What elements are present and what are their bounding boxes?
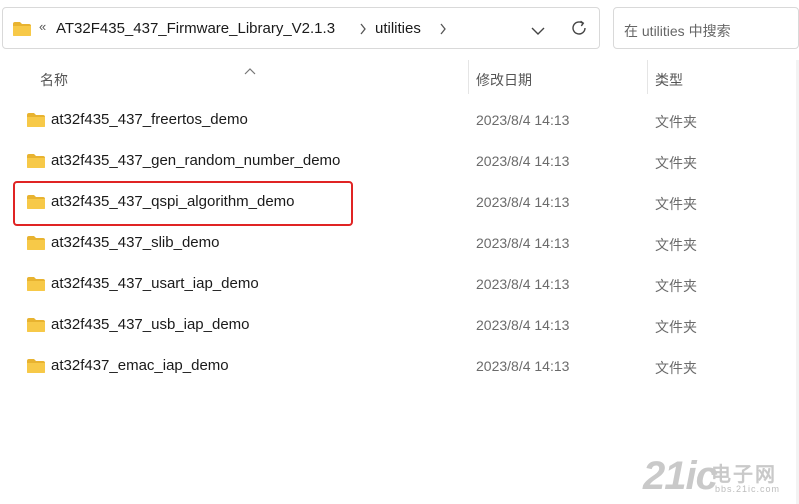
breadcrumb-utilities[interactable]: utilities	[375, 20, 421, 37]
folder-icon	[26, 235, 46, 256]
watermark-brand: 21ic	[643, 454, 718, 498]
file-name: at32f437_emac_iap_demo	[51, 357, 229, 374]
file-name: at32f435_437_slib_demo	[51, 234, 220, 251]
file-name: at32f435_437_usb_iap_demo	[51, 316, 250, 333]
file-name: at32f435_437_usart_iap_demo	[51, 275, 259, 292]
file-type: 文件夹	[655, 360, 697, 376]
folder-icon	[26, 317, 46, 338]
folder-icon	[26, 153, 46, 174]
file-modified: 2023/8/4 14:13	[476, 194, 570, 210]
file-modified: 2023/8/4 14:13	[476, 235, 570, 251]
refresh-icon[interactable]	[570, 19, 588, 42]
column-divider[interactable]	[647, 60, 648, 94]
file-modified: 2023/8/4 14:13	[476, 358, 570, 374]
watermark-cn: 电子网	[711, 464, 777, 486]
file-modified: 2023/8/4 14:13	[476, 112, 570, 128]
sort-ascending-icon	[244, 62, 256, 80]
chevron-right-icon[interactable]	[439, 22, 447, 40]
file-type: 文件夹	[655, 196, 697, 212]
overflow-breadcrumb-button[interactable]: «	[39, 19, 46, 34]
column-header-type[interactable]: 类型	[655, 70, 683, 90]
breadcrumb-firmware-library[interactable]: AT32F435_437_Firmware_Library_V2.1.3	[56, 20, 335, 37]
file-type: 文件夹	[655, 278, 697, 294]
watermark-url: bbs.21ic.com	[715, 484, 781, 494]
search-input[interactable]: 在 utilities 中搜索	[613, 7, 799, 49]
folder-icon	[26, 112, 46, 133]
address-bar[interactable]: « AT32F435_437_Firmware_Library_V2.1.3 u…	[2, 7, 600, 49]
file-type: 文件夹	[655, 237, 697, 253]
file-modified: 2023/8/4 14:13	[476, 276, 570, 292]
list-item[interactable]: at32f435_437_slib_demo 2023/8/4 14:13 文件…	[0, 223, 799, 263]
file-type: 文件夹	[655, 155, 697, 171]
column-header-modified[interactable]: 修改日期	[476, 70, 532, 90]
list-item[interactable]: at32f437_emac_iap_demo 2023/8/4 14:13 文件…	[0, 346, 799, 386]
column-header-row: 名称 修改日期 类型	[0, 60, 799, 96]
column-divider[interactable]	[468, 60, 469, 94]
file-name: at32f435_437_freertos_demo	[51, 111, 248, 128]
list-item[interactable]: at32f435_437_freertos_demo 2023/8/4 14:1…	[0, 100, 799, 140]
file-type: 文件夹	[655, 319, 697, 335]
list-item[interactable]: at32f435_437_gen_random_number_demo 2023…	[0, 141, 799, 181]
chevron-right-icon[interactable]	[359, 22, 367, 40]
file-name: at32f435_437_gen_random_number_demo	[51, 152, 341, 169]
toolbar: « AT32F435_437_Firmware_Library_V2.1.3 u…	[0, 0, 799, 56]
file-modified: 2023/8/4 14:13	[476, 153, 570, 169]
search-placeholder: 在 utilities 中搜索	[624, 23, 731, 39]
highlight-box	[13, 181, 353, 226]
file-modified: 2023/8/4 14:13	[476, 317, 570, 333]
folder-icon	[26, 276, 46, 297]
list-item[interactable]: at32f435_437_usb_iap_demo 2023/8/4 14:13…	[0, 305, 799, 345]
chevron-down-icon[interactable]	[531, 23, 545, 41]
column-header-name[interactable]: 名称	[40, 70, 68, 90]
file-type: 文件夹	[655, 114, 697, 130]
watermark-logo: 21ic 电子网 bbs.21ic.com	[643, 454, 793, 500]
list-item[interactable]: at32f435_437_usart_iap_demo 2023/8/4 14:…	[0, 264, 799, 304]
folder-icon	[12, 21, 32, 42]
folder-icon	[26, 358, 46, 379]
